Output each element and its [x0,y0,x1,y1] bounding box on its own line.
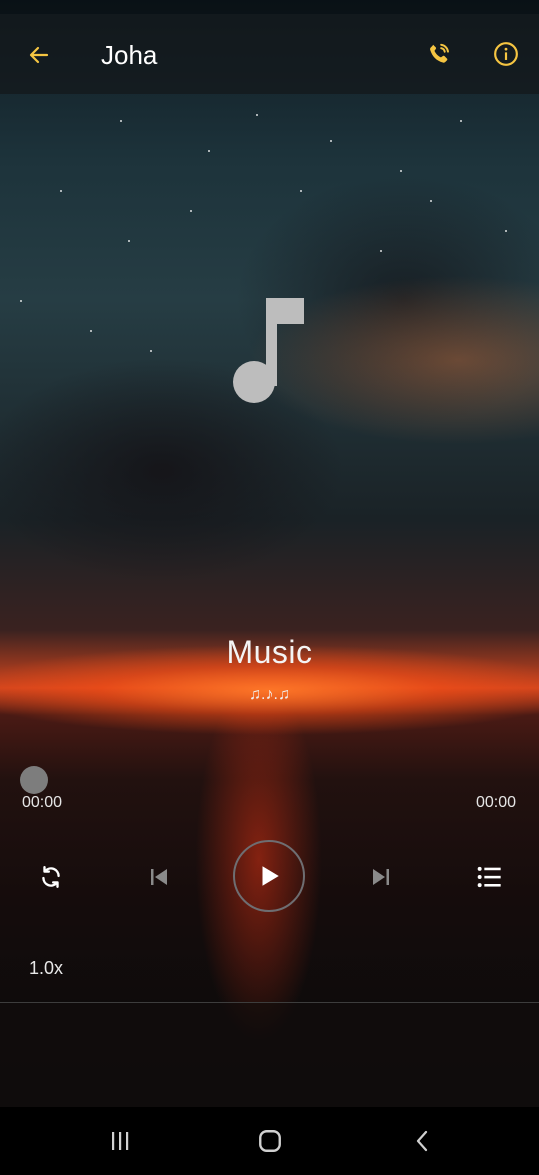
music-note-icon [233,298,304,403]
phone-icon [430,43,449,63]
previous-button[interactable] [144,860,174,894]
repeat-icon [42,866,60,888]
song-subtitle: ♫.♪.♫ [249,686,290,703]
home-button[interactable] [250,1123,290,1159]
system-back-button[interactable] [403,1123,443,1159]
seek-bar-thumb[interactable] [20,766,48,794]
app-bar: Joha [0,14,539,94]
skip-next-icon [373,869,389,885]
arrow-left-icon [29,46,49,64]
song-title: Music [226,634,313,670]
call-button[interactable] [423,38,455,70]
skip-previous-icon [151,869,167,885]
elapsed-time: 00:00 [22,794,63,811]
play-button[interactable] [233,840,305,912]
next-button[interactable] [366,860,396,894]
recent-apps-button[interactable] [100,1123,140,1159]
background-sunset-image [0,0,539,1175]
playback-speed-button[interactable]: 1.0x [29,958,63,979]
play-icon [262,866,279,886]
info-icon [494,42,518,66]
chevron-left-icon [416,1130,428,1152]
recent-apps-icon [112,1132,129,1150]
repeat-button[interactable] [34,860,68,894]
playlist-button[interactable] [472,860,506,894]
bottom-panel [0,1003,539,1107]
back-button[interactable] [22,38,56,72]
duration-time: 00:00 [475,794,516,811]
playlist-icon [477,866,501,888]
page-title: Joha [101,40,158,70]
status-bar [0,0,539,14]
home-icon [259,1130,281,1152]
info-button[interactable] [490,38,522,70]
system-navigation-bar [0,1107,539,1175]
